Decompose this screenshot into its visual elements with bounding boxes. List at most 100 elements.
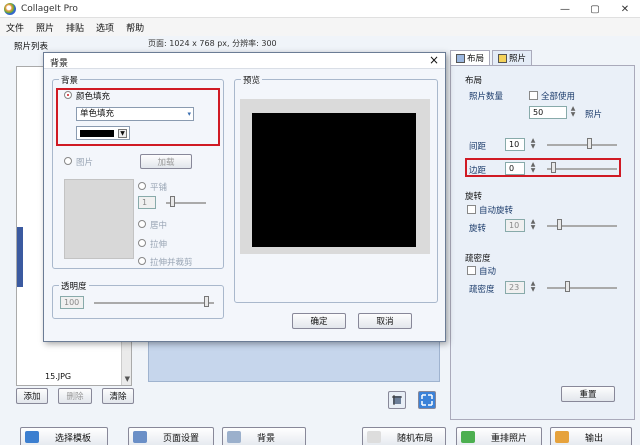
stretch-radio[interactable] bbox=[138, 239, 146, 247]
center-radio[interactable] bbox=[138, 220, 146, 228]
export-button[interactable]: 输出 bbox=[550, 427, 632, 445]
photo-thumbnail[interactable] bbox=[17, 227, 23, 287]
tile-count-input[interactable]: 1 bbox=[138, 196, 156, 209]
rotate-input[interactable]: 10 bbox=[505, 219, 525, 232]
menu-options[interactable]: 选项 bbox=[96, 21, 114, 34]
layout-group-title: 布局 bbox=[465, 76, 483, 86]
opacity-slider-track[interactable] bbox=[94, 302, 214, 304]
auto-rotate-label: 自动旋转 bbox=[479, 206, 514, 216]
photo-list-label: 照片列表 bbox=[14, 42, 49, 52]
background-dialog: 背景 × 背景 颜色填充 单色填充 ▾ ▼ 图片 加载 平铺 1 居中 拉伸 拉… bbox=[43, 52, 446, 342]
random-layout-button[interactable]: 随机布局 bbox=[362, 427, 446, 445]
auto-sparsity-label: 自动 bbox=[479, 267, 497, 277]
menu-arrange[interactable]: 排贴 bbox=[66, 21, 84, 34]
select-template-label: 选择模板 bbox=[55, 433, 92, 444]
add-photo-button[interactable]: 添加 bbox=[16, 388, 48, 404]
close-window-button[interactable]: ✕ bbox=[610, 0, 640, 18]
fit-view-icon[interactable] bbox=[418, 391, 436, 409]
tile-radio[interactable] bbox=[138, 182, 146, 190]
layout-tab-icon bbox=[456, 53, 465, 63]
opacity-slider-thumb[interactable] bbox=[204, 296, 209, 307]
center-label: 居中 bbox=[150, 221, 168, 231]
dialog-close-icon[interactable]: × bbox=[429, 53, 439, 68]
settings-panel: 布局 照片 布局 照片数量 全部使用 50 ▲ ▼ 照片 间距 10 ▲ ▼ 边距 … bbox=[450, 50, 635, 420]
stretch-crop-radio[interactable] bbox=[138, 257, 146, 265]
page-info: 页面: 1024 x 768 px, 分辨率: 300 bbox=[148, 39, 277, 48]
rearrange-label: 重排照片 bbox=[491, 433, 528, 444]
stretch-label: 拉伸 bbox=[150, 240, 168, 250]
delete-photo-button[interactable]: 删除 bbox=[58, 388, 92, 404]
app-title: CollageIt Pro bbox=[21, 3, 78, 14]
use-all-checkbox[interactable] bbox=[529, 91, 538, 100]
crop-tool-icon[interactable] bbox=[388, 391, 406, 409]
select-template-button[interactable]: 选择模板 bbox=[20, 427, 108, 445]
background-icon bbox=[227, 431, 241, 443]
spacing-spinner[interactable]: ▲ ▼ bbox=[529, 138, 537, 151]
cancel-button[interactable]: 取消 bbox=[358, 313, 412, 329]
menu-file[interactable]: 文件 bbox=[6, 21, 24, 34]
template-icon bbox=[25, 431, 39, 443]
sparsity-slider-thumb[interactable] bbox=[565, 281, 570, 292]
sparsity-label: 疏密度 bbox=[469, 285, 495, 295]
tab-photos[interactable]: 照片 bbox=[492, 50, 533, 65]
rearrange-photos-button[interactable]: 重排照片 bbox=[456, 427, 542, 445]
rotate-spinner[interactable]: ▲ ▼ bbox=[529, 219, 537, 232]
image-radio[interactable] bbox=[64, 157, 72, 165]
background-button[interactable]: 背景 bbox=[222, 427, 306, 445]
title-bar: CollageIt Pro — ▢ ✕ bbox=[0, 0, 640, 18]
rotate-label: 旋转 bbox=[469, 224, 487, 234]
tab-photos-label: 照片 bbox=[509, 54, 527, 64]
tile-label: 平铺 bbox=[150, 183, 168, 193]
rotation-group-title: 旋转 bbox=[465, 192, 483, 202]
clear-photos-button[interactable]: 清除 bbox=[102, 388, 134, 404]
spacing-slider-track[interactable] bbox=[547, 144, 617, 146]
random-layout-label: 随机布局 bbox=[397, 433, 434, 444]
opacity-input[interactable]: 100 bbox=[60, 296, 84, 309]
sparsity-slider-track[interactable] bbox=[547, 287, 617, 289]
app-logo-icon bbox=[4, 2, 16, 15]
maximize-button[interactable]: ▢ bbox=[580, 0, 610, 18]
menu-bar: 文件 照片 排贴 选项 帮助 bbox=[0, 18, 640, 36]
file-name: 15.JPG bbox=[45, 372, 72, 381]
ok-button[interactable]: 确定 bbox=[292, 313, 346, 329]
settings-tabs: 布局 照片 bbox=[450, 50, 635, 65]
photo-unit-label: 照片 bbox=[585, 110, 603, 120]
preview-group-title: 预览 bbox=[241, 74, 263, 86]
color-fill-highlight-box bbox=[56, 88, 220, 146]
use-all-label: 全部使用 bbox=[541, 92, 576, 102]
dialog-title: 背景 bbox=[50, 59, 69, 69]
image-label: 图片 bbox=[76, 158, 94, 168]
sparsity-group-title: 疏密度 bbox=[465, 254, 491, 264]
menu-help[interactable]: 帮助 bbox=[126, 21, 144, 34]
sparsity-spinner[interactable]: ▲ ▼ bbox=[529, 281, 537, 294]
preview-area bbox=[240, 99, 430, 254]
random-layout-icon bbox=[367, 431, 381, 443]
page-setup-button[interactable]: 页面设置 bbox=[128, 427, 214, 445]
photo-count-spinner[interactable]: ▲ ▼ bbox=[569, 106, 577, 119]
sparsity-input[interactable]: 23 bbox=[505, 281, 525, 294]
spacing-input[interactable]: 10 bbox=[505, 138, 525, 151]
auto-rotate-checkbox[interactable] bbox=[467, 205, 476, 214]
scroll-down-icon[interactable]: ▼ bbox=[125, 375, 130, 383]
spacing-slider-thumb[interactable] bbox=[587, 138, 592, 149]
rearrange-icon bbox=[461, 431, 475, 443]
preview-image bbox=[252, 113, 416, 247]
layout-settings: 布局 照片数量 全部使用 50 ▲ ▼ 照片 间距 10 ▲ ▼ 边距 0 ▲ ▼ 旋… bbox=[450, 65, 635, 420]
tile-slider-thumb[interactable] bbox=[170, 196, 175, 207]
image-thumbnail bbox=[64, 179, 134, 259]
stretch-crop-label: 拉伸并裁剪 bbox=[150, 258, 193, 268]
reset-button[interactable]: 重置 bbox=[561, 386, 615, 402]
minimize-button[interactable]: — bbox=[550, 0, 580, 18]
rotate-slider-thumb[interactable] bbox=[557, 219, 562, 230]
photos-tab-icon bbox=[498, 53, 508, 63]
menu-photos[interactable]: 照片 bbox=[36, 21, 54, 34]
auto-sparsity-checkbox[interactable] bbox=[467, 266, 476, 275]
tab-layout-label: 布局 bbox=[467, 54, 485, 64]
dialog-title-bar: 背景 × bbox=[44, 53, 445, 69]
photo-count-input[interactable]: 50 bbox=[529, 106, 567, 119]
load-image-button[interactable]: 加载 bbox=[140, 154, 192, 169]
export-icon bbox=[555, 431, 569, 443]
background-label: 背景 bbox=[257, 433, 276, 444]
opacity-group-title: 透明度 bbox=[59, 280, 89, 292]
tab-layout[interactable]: 布局 bbox=[450, 50, 491, 65]
